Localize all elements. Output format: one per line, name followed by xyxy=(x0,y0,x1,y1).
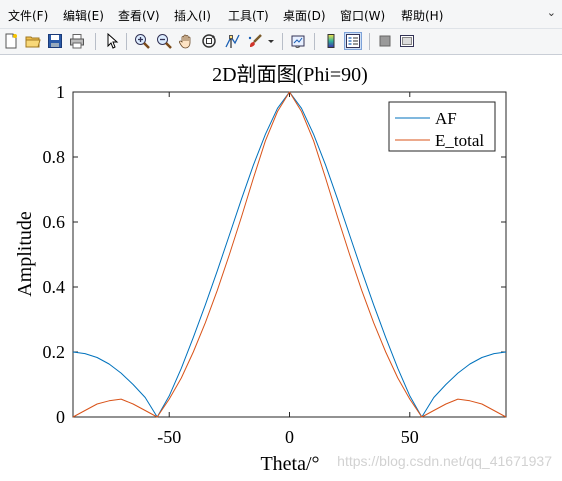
menu-view[interactable]: 查看(V) xyxy=(118,7,160,24)
toolbar-separator xyxy=(369,33,370,50)
zoom-in-icon[interactable] xyxy=(133,32,151,50)
rotate-3d-icon[interactable] xyxy=(200,32,218,50)
show-plot-tools-icon[interactable] xyxy=(398,32,416,50)
menu-edit[interactable]: 编辑(E) xyxy=(63,7,104,24)
legend-label: E_total xyxy=(435,131,484,150)
new-figure-icon[interactable] xyxy=(2,32,20,50)
menu-help[interactable]: 帮助(H) xyxy=(401,7,443,24)
menu-file[interactable]: 文件(F) xyxy=(8,7,48,24)
y-tick-label: 0 xyxy=(56,407,65,427)
brush-icon[interactable] xyxy=(246,32,264,50)
menu-bar: 文件(F) 编辑(E) 查看(V) 插入(I) 工具(T) 桌面(D) 窗口(W… xyxy=(0,0,562,29)
menu-desktop[interactable]: 桌面(D) xyxy=(283,7,326,24)
plot-area[interactable]: 2D剖面图(Phi=90) 0 0.2 0.4 0.6 0.8 1 -50 0 50 Ampli… xyxy=(0,55,562,477)
y-tick-label: 1 xyxy=(56,82,65,102)
y-tick-label: 0.4 xyxy=(43,277,66,297)
print-icon[interactable] xyxy=(68,32,86,50)
y-axis-label: Amplitude xyxy=(14,211,36,297)
toolbar-separator xyxy=(95,33,96,50)
chart-title: 2D剖面图(Phi=90) xyxy=(212,63,368,86)
watermark: https://blog.csdn.net/qq_41671937 xyxy=(337,453,552,469)
legend-icon[interactable] xyxy=(344,32,362,50)
legend-label: AF xyxy=(435,109,457,128)
data-cursor-icon[interactable] xyxy=(223,32,241,50)
toolbar-separator xyxy=(126,33,127,50)
save-icon[interactable] xyxy=(46,32,64,50)
x-tick-label: 0 xyxy=(285,427,294,447)
y-tick-label: 0.8 xyxy=(43,147,66,167)
colorbar-icon[interactable] xyxy=(322,32,340,50)
hide-plot-tools-icon[interactable] xyxy=(376,32,394,50)
menu-overflow-icon[interactable]: ⌄ xyxy=(547,6,556,19)
y-tick-label: 0.6 xyxy=(43,212,66,232)
open-file-icon[interactable] xyxy=(24,32,42,50)
figure-toolbar xyxy=(0,29,562,55)
figure-canvas: 2D剖面图(Phi=90) 0 0.2 0.4 0.6 0.8 1 -50 0 50 Ampli… xyxy=(0,55,562,477)
menu-tools[interactable]: 工具(T) xyxy=(228,7,269,24)
zoom-out-icon[interactable] xyxy=(155,32,173,50)
brush-dropdown-icon[interactable] xyxy=(266,32,276,50)
edit-plot-arrow-icon[interactable] xyxy=(103,32,121,50)
x-tick-label: 50 xyxy=(401,427,419,447)
x-axis-label: Theta/° xyxy=(260,453,319,475)
pan-hand-icon[interactable] xyxy=(177,32,195,50)
toolbar-separator xyxy=(282,33,283,50)
menu-insert[interactable]: 插入(I) xyxy=(174,7,211,24)
x-tick-label: -50 xyxy=(157,427,181,447)
menu-window[interactable]: 窗口(W) xyxy=(340,7,385,24)
toolbar-separator xyxy=(314,33,315,50)
y-tick-label: 0.2 xyxy=(43,342,66,362)
legend: AF E_total xyxy=(388,101,496,152)
link-plot-icon[interactable] xyxy=(289,32,307,50)
